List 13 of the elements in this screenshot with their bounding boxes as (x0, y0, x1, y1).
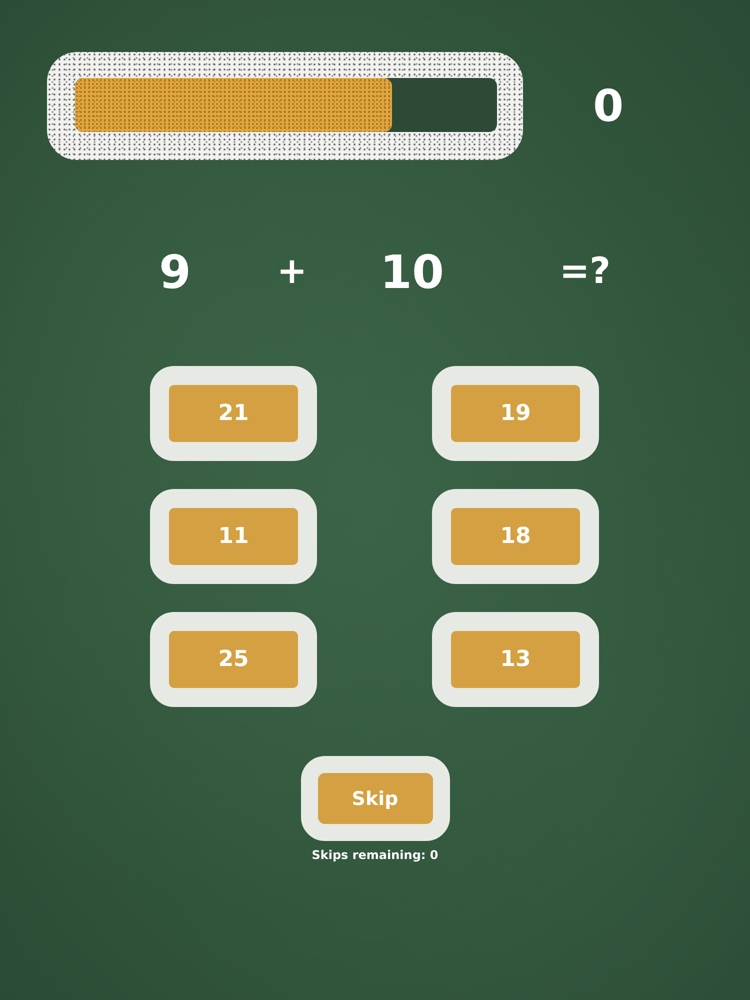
skip-button[interactable]: Skip (300, 756, 450, 841)
answer-button[interactable]: 18 (432, 489, 599, 584)
equals-question: =? (559, 254, 611, 290)
score-value: 0 (593, 80, 623, 132)
answer-button[interactable]: 13 (432, 612, 599, 707)
answer-button[interactable]: 11 (150, 489, 317, 584)
skips-remaining-text: Skips remaining: 0 (312, 848, 438, 862)
answer-button[interactable]: 25 (150, 612, 317, 707)
right-operand: 10 (380, 249, 444, 295)
left-operand: 9 (158, 249, 191, 295)
answer-button[interactable]: 19 (432, 366, 599, 461)
operator-sign: + (276, 254, 308, 290)
answer-button[interactable]: 21 (150, 366, 317, 461)
